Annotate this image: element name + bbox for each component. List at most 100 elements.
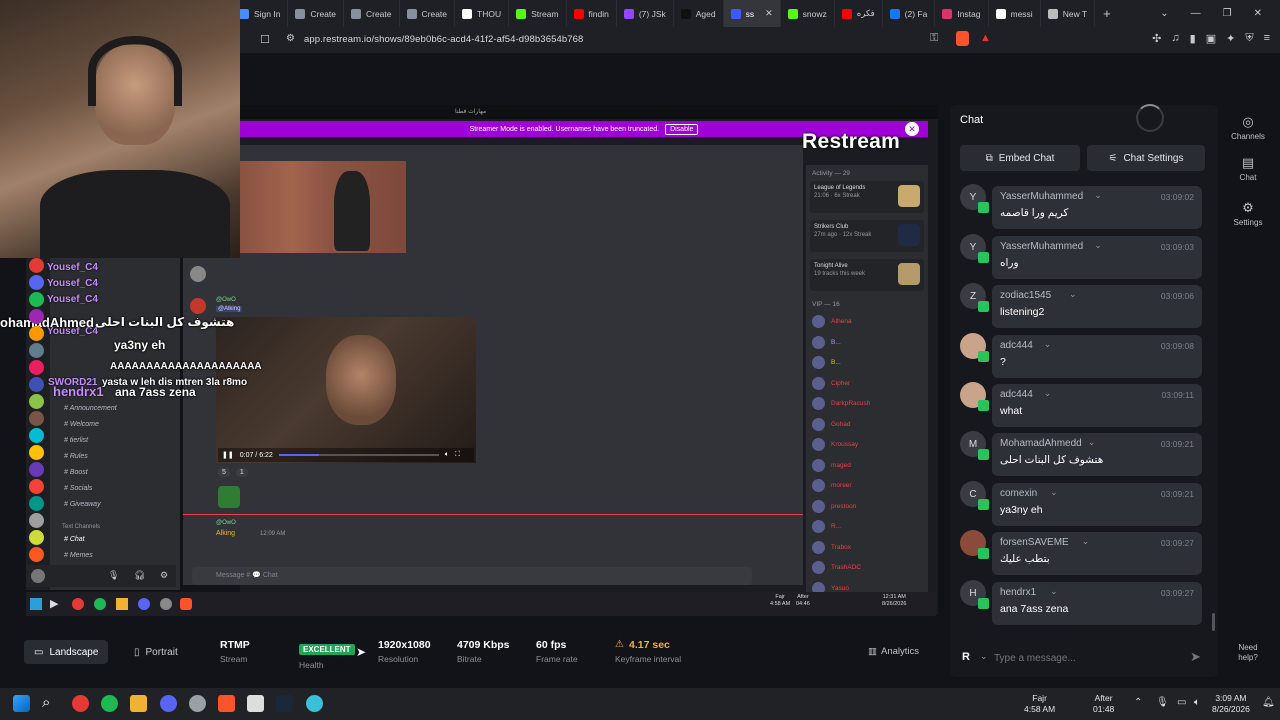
prayer-countdown[interactable]: After 01:48 — [1093, 693, 1114, 715]
sidenav-settings[interactable]: ⚙ Settings — [1226, 200, 1270, 227]
chat-username[interactable]: comexin — [1000, 488, 1037, 499]
channel-item[interactable]: # Chat — [64, 536, 85, 543]
embedded-video-player[interactable] — [216, 317, 476, 463]
brave-icon[interactable] — [218, 695, 235, 712]
app-icon[interactable] — [72, 695, 89, 712]
portrait-button[interactable]: ▯ Portrait — [124, 640, 188, 664]
chevron-down-icon[interactable]: ⌄ — [1044, 388, 1052, 399]
maximize-icon[interactable]: ❐ — [1223, 8, 1232, 19]
channel-item[interactable]: # Announcement — [64, 405, 117, 412]
browser-tab[interactable]: Aged — [674, 0, 724, 27]
key-icon[interactable]: ⚿ — [930, 32, 938, 45]
headset-icon[interactable]: 🎧︎ — [134, 570, 145, 581]
member-row[interactable]: moreer — [812, 479, 852, 492]
chat-scrollbar[interactable] — [1212, 613, 1215, 631]
channel-item[interactable]: # Socials — [64, 485, 92, 492]
avatar[interactable] — [31, 569, 45, 583]
message-input[interactable]: Message # 💬 Chat — [192, 567, 752, 585]
spotify-icon[interactable] — [101, 695, 118, 712]
browser-tab[interactable]: findin — [567, 0, 617, 27]
browser-tab[interactable]: Stream — [509, 0, 567, 27]
member-row[interactable]: DarkpRacush — [812, 397, 870, 410]
tab-search-icon[interactable]: ⌄ — [1160, 8, 1168, 19]
server-icon[interactable] — [29, 428, 44, 443]
reaction-count[interactable]: 5 — [218, 468, 230, 477]
embedded-video-thumbnail[interactable] — [216, 161, 406, 253]
close-tab-icon[interactable]: ✕ — [765, 8, 773, 19]
chat-username[interactable]: YasserMuhammed — [1000, 241, 1083, 252]
chevron-down-icon[interactable]: ⌄ — [1088, 437, 1096, 448]
channel-item[interactable]: # tierlist — [64, 437, 88, 444]
chevron-down-icon[interactable]: ⌄ — [980, 651, 988, 662]
activity-card[interactable]: Tonight Alive 19 tracks this week — [810, 259, 924, 291]
activity-card[interactable]: League of Legends 21:06 · 6x Streak — [810, 181, 924, 213]
channel-item[interactable]: # Memes — [64, 552, 93, 559]
windows-start-icon[interactable] — [13, 695, 30, 712]
chevron-down-icon[interactable]: ⌄ — [1082, 536, 1090, 547]
browser-tab[interactable]: Sign In — [232, 0, 289, 27]
url-field[interactable]: app.restream.io/shows/89eb0b6c-acd4-41f2… — [304, 34, 583, 45]
close-banner-icon[interactable]: ✕ — [905, 122, 919, 136]
app-icon[interactable] — [306, 695, 323, 712]
server-icon[interactable] — [29, 496, 44, 511]
member-row[interactable]: prestoon — [812, 499, 856, 513]
minimize-icon[interactable]: — — [1191, 8, 1201, 19]
send-icon[interactable]: ➤ — [1190, 649, 1201, 665]
sidebar-icon[interactable]: ▮ — [1190, 32, 1196, 45]
server-icon[interactable] — [29, 462, 44, 477]
server-icon[interactable] — [29, 309, 44, 324]
server-icon[interactable] — [29, 377, 44, 392]
sidenav-chat[interactable]: ▤ Chat — [1226, 155, 1270, 182]
chevron-down-icon[interactable]: ⌄ — [1050, 586, 1058, 597]
server-icon[interactable] — [29, 411, 44, 426]
file-explorer-icon[interactable] — [130, 695, 147, 712]
new-tab-icon[interactable]: + — [1095, 6, 1119, 21]
member-row[interactable]: B... — [812, 335, 841, 349]
video-progress[interactable] — [278, 454, 439, 456]
vpn-icon[interactable]: ⛨ — [1245, 32, 1253, 45]
chat-username[interactable]: forsenSAVEME — [1000, 537, 1069, 548]
member-row[interactable]: Athena — [812, 315, 852, 328]
chevron-down-icon[interactable]: ⌄ — [1069, 289, 1077, 300]
server-icon[interactable] — [29, 258, 44, 273]
server-icon[interactable] — [29, 292, 44, 307]
browser-tab[interactable]: messi — [989, 0, 1041, 27]
brave-rewards-icon[interactable]: ▲ — [980, 32, 991, 44]
mic-icon[interactable]: 🎙︎ — [108, 570, 119, 581]
member-row[interactable]: Trabox — [812, 540, 851, 554]
server-icon[interactable] — [29, 275, 44, 290]
browser-tab[interactable]: Create — [400, 0, 456, 27]
wallet-icon[interactable]: ▣ — [1206, 32, 1216, 45]
member-row[interactable]: Gohad — [812, 417, 851, 431]
member-row[interactable]: maged — [812, 458, 851, 472]
browser-tab[interactable]: Create — [344, 0, 400, 27]
browser-tab[interactable]: ss ✕ — [723, 0, 781, 27]
channel-item[interactable]: # Rules — [64, 453, 88, 460]
reaction-count[interactable]: 1 — [235, 468, 248, 477]
chat-message-input[interactable] — [994, 648, 1184, 668]
prayer-time-widget[interactable]: Fajr 4:58 AM — [1024, 693, 1055, 715]
chevron-down-icon[interactable]: ⌄ — [1094, 240, 1102, 251]
volume-icon[interactable]: 🔈︎ — [1194, 697, 1200, 708]
server-icon[interactable] — [29, 530, 44, 545]
channel-item[interactable]: # Giveaway — [64, 501, 101, 508]
chat-username[interactable]: adc444 — [1000, 340, 1033, 351]
browser-tab[interactable]: Instag — [935, 0, 989, 27]
server-icon[interactable] — [29, 326, 44, 341]
disable-streamer-button[interactable]: Disable — [665, 123, 699, 135]
member-row[interactable]: Kroussay — [812, 438, 858, 451]
platform-selector[interactable]: R — [962, 651, 970, 663]
app-icon[interactable] — [189, 695, 206, 712]
network-icon[interactable]: ▭ — [1177, 697, 1186, 708]
close-window-icon[interactable]: ✕ — [1254, 8, 1262, 19]
extensions-icon[interactable]: ✣ — [1152, 32, 1161, 45]
analytics-button[interactable]: ▥ Analytics — [868, 646, 919, 657]
server-icon[interactable] — [29, 479, 44, 494]
ai-icon[interactable]: ✦ — [1226, 32, 1235, 45]
browser-tab[interactable]: Create — [288, 0, 344, 27]
chevron-down-icon[interactable]: ⌄ — [1044, 339, 1052, 350]
menu-icon[interactable]: ≡ — [1264, 32, 1270, 45]
embed-chat-button[interactable]: ⧉ Embed Chat — [960, 145, 1080, 171]
steam-icon[interactable] — [276, 695, 293, 712]
chat-username[interactable]: hendrx1 — [1000, 587, 1036, 598]
